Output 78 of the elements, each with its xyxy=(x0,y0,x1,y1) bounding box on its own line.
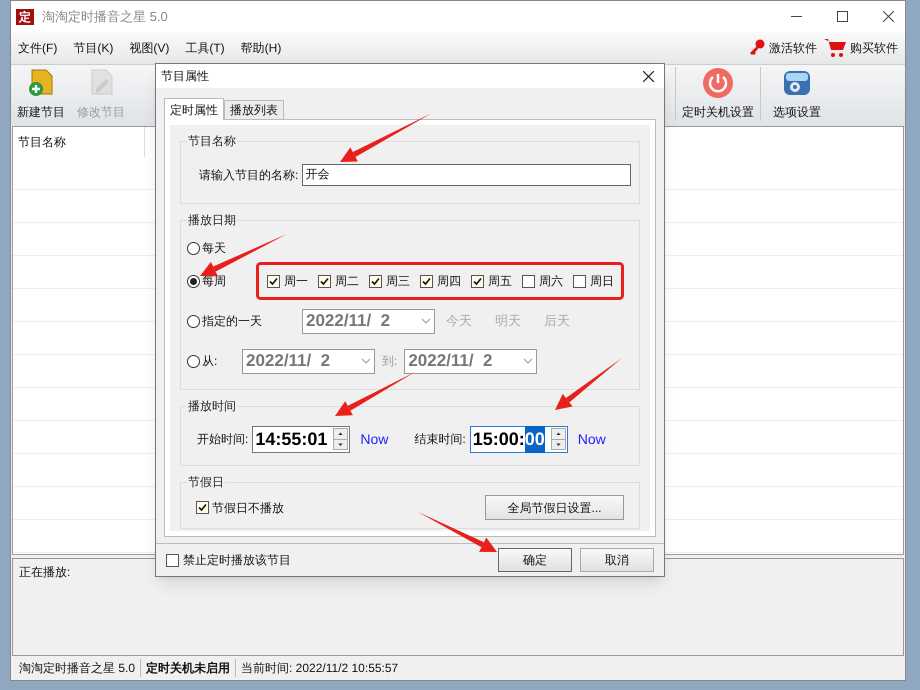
spin-buttons[interactable] xyxy=(333,428,348,450)
toolbar-button[interactable]: 新建节目 xyxy=(11,67,71,121)
group-title: 节目名称 xyxy=(187,133,237,149)
field-label: 请输入节目的名称: xyxy=(199,166,298,184)
menu-item[interactable]: 节目(K) xyxy=(73,39,114,57)
power-icon xyxy=(702,67,734,99)
radio-label[interactable]: 每天 xyxy=(202,239,226,257)
field-label: 结束时间: xyxy=(414,431,466,448)
column-header[interactable]: 节目名称 xyxy=(13,127,145,157)
checkbox[interactable] xyxy=(573,274,586,288)
checkbox-label[interactable]: 周二 xyxy=(335,272,359,290)
time-field[interactable]: 14:55:01 xyxy=(252,426,350,452)
group-title: 播放时间 xyxy=(187,398,237,414)
checkbox-label[interactable]: 禁止定时播放该节目 xyxy=(183,551,291,569)
dialog-title: 节目属性 xyxy=(161,68,209,85)
toolbar-button[interactable]: 选项设置 xyxy=(760,67,833,121)
dialog-button[interactable]: 确定 xyxy=(498,548,572,572)
checkbox[interactable] xyxy=(471,274,484,288)
maximize-icon[interactable] xyxy=(837,11,848,22)
selected-text: 00 xyxy=(524,426,545,452)
close-icon[interactable] xyxy=(883,11,894,22)
holiday-settings-button[interactable]: 全局节假日设置... xyxy=(485,495,624,520)
tab[interactable]: 定时属性 xyxy=(164,98,224,120)
cart-icon xyxy=(823,38,847,58)
checkbox-label[interactable]: 周一 xyxy=(284,272,308,290)
menu-item[interactable]: 工具(T) xyxy=(185,39,225,57)
menu-link[interactable]: 购买软件 xyxy=(850,39,898,57)
checkbox-label[interactable]: 节假日不播放 xyxy=(212,498,284,516)
date-picker[interactable]: 2022/11/ 2 xyxy=(404,348,538,374)
menu-item[interactable]: 视图(V) xyxy=(129,39,170,57)
checkbox-label[interactable]: 周三 xyxy=(386,272,410,290)
status-text: 定时关机未启用 xyxy=(140,659,236,677)
date-picker[interactable]: 2022/11/ 2 xyxy=(302,308,435,334)
annotation-arrow xyxy=(555,358,622,410)
close-icon[interactable] xyxy=(643,70,654,82)
radio-label[interactable]: 每周 xyxy=(202,272,260,290)
checkbox[interactable] xyxy=(196,501,209,514)
menu-link[interactable]: 激活软件 xyxy=(769,39,817,57)
menu-item[interactable]: 文件(F) xyxy=(18,39,58,57)
checkbox-label[interactable]: 周四 xyxy=(437,272,461,290)
checkbox[interactable] xyxy=(522,274,535,288)
field-label: 开始时间: xyxy=(197,431,248,448)
checkbox[interactable] xyxy=(318,274,331,288)
checkbox-label[interactable]: 周六 xyxy=(539,272,563,290)
window-title: 淘淘定时播音之星 5.0 xyxy=(42,8,168,26)
checkbox[interactable] xyxy=(267,274,280,288)
spin-buttons[interactable] xyxy=(550,428,566,450)
chevron-down-icon xyxy=(361,358,371,364)
checkbox[interactable] xyxy=(166,554,179,566)
radio-label[interactable]: 从: xyxy=(202,352,240,370)
status-text: 淘淘定时播音之星 5.0 xyxy=(18,660,136,677)
key-icon xyxy=(748,39,766,57)
toolbar-button[interactable]: 定时关机设置 xyxy=(675,67,760,121)
tab[interactable]: 播放列表 xyxy=(224,100,284,119)
date-picker[interactable]: 2022/11/ 2 xyxy=(242,348,375,374)
checkbox-label[interactable]: 周五 xyxy=(488,272,512,290)
now-link[interactable]: Now xyxy=(578,428,606,450)
radio-label[interactable]: 指定的一天 xyxy=(202,312,300,330)
now-link[interactable]: Now xyxy=(360,428,388,450)
time-field[interactable]: 15:00:00 xyxy=(470,426,568,452)
menu-item[interactable]: 帮助(H) xyxy=(240,39,282,57)
group-title: 节假日 xyxy=(187,474,225,490)
checkbox[interactable] xyxy=(369,274,382,288)
name-input[interactable]: 开会 xyxy=(302,164,632,186)
group-title: 播放日期 xyxy=(187,212,237,228)
radio-button[interactable] xyxy=(187,242,200,254)
radio-button[interactable] xyxy=(187,314,200,328)
checkbox[interactable] xyxy=(420,274,433,288)
range-label: 到: xyxy=(382,353,398,370)
app-logo: 定 xyxy=(16,8,34,24)
checkbox-label[interactable]: 周日 xyxy=(590,272,614,290)
now-playing-label: 正在播放: xyxy=(19,565,70,579)
chevron-down-icon xyxy=(523,358,534,364)
radio-button[interactable] xyxy=(187,354,200,368)
status-text: 当前时间: 2022/11/2 10:55:57 xyxy=(235,659,404,677)
chevron-down-icon xyxy=(421,318,431,324)
dialog-button[interactable]: 取消 xyxy=(580,548,654,572)
radio-button[interactable] xyxy=(187,274,200,288)
